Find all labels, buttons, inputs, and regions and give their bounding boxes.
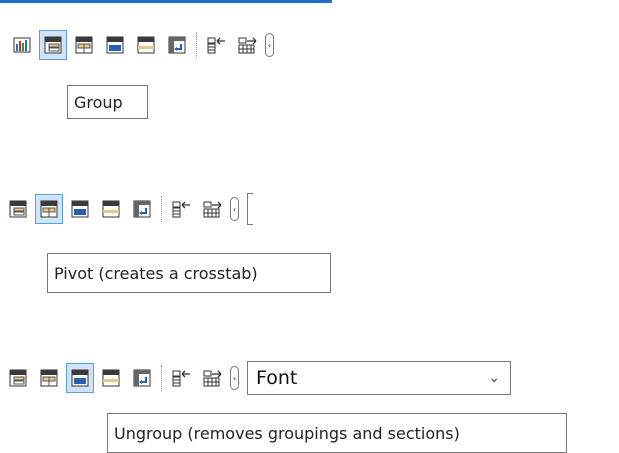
tooltip-text: Pivot (creates a crosstab) — [54, 263, 258, 283]
move-right-icon — [203, 369, 223, 387]
toolbar-row-3: ‹ Font ⌄ — [4, 361, 511, 395]
swap-button[interactable] — [163, 30, 191, 60]
group-button[interactable] — [39, 30, 67, 60]
move-right-button[interactable] — [234, 30, 262, 60]
chart-icon — [13, 37, 31, 53]
pivot-icon — [75, 36, 93, 54]
move-right-icon — [203, 200, 223, 218]
toolbar-separator — [161, 196, 163, 222]
chevron-down-icon[interactable]: ⌄ — [488, 370, 500, 386]
section-icon — [137, 36, 155, 54]
section-button[interactable] — [97, 194, 125, 224]
ungroup-button[interactable] — [101, 30, 129, 60]
move-left-button[interactable] — [168, 363, 196, 393]
font-select-partial[interactable] — [247, 193, 253, 225]
pivot-button[interactable] — [35, 194, 63, 224]
tooltip-pivot: Pivot (creates a crosstab) — [47, 253, 331, 293]
window-top-border — [0, 0, 332, 3]
move-left-icon — [172, 369, 192, 387]
swap-icon — [168, 36, 186, 54]
pivot-button[interactable] — [70, 30, 98, 60]
tooltip-text: Group — [74, 92, 123, 112]
swap-icon — [133, 200, 151, 218]
scroll-icon[interactable]: ‹ — [265, 33, 274, 57]
toolbar-separator — [196, 32, 198, 58]
pivot-icon — [40, 200, 58, 218]
move-left-button[interactable] — [203, 30, 231, 60]
font-select[interactable]: Font ⌄ — [247, 361, 511, 395]
ungroup-icon — [71, 200, 89, 218]
tooltip-ungroup: Ungroup (removes groupings and sections) — [107, 413, 567, 453]
section-button[interactable] — [97, 363, 125, 393]
toolbar-separator — [161, 365, 163, 391]
move-left-icon — [207, 36, 227, 54]
ungroup-button[interactable] — [66, 363, 94, 393]
section-icon — [102, 200, 120, 218]
section-button[interactable] — [132, 30, 160, 60]
ungroup-icon — [71, 369, 89, 387]
group-icon — [44, 36, 62, 54]
scroll-icon[interactable]: ‹ — [230, 366, 239, 390]
move-left-button[interactable] — [168, 194, 196, 224]
tooltip-group: Group — [67, 85, 148, 119]
group-icon — [9, 200, 27, 218]
toolbar-row-2: ‹ — [4, 193, 253, 225]
ungroup-button[interactable] — [66, 194, 94, 224]
font-select-value: Font — [256, 367, 298, 389]
move-right-button[interactable] — [199, 194, 227, 224]
move-left-icon — [172, 200, 192, 218]
scroll-icon[interactable]: ‹ — [230, 197, 239, 221]
move-right-icon — [238, 36, 258, 54]
pivot-icon — [40, 369, 58, 387]
swap-button[interactable] — [128, 363, 156, 393]
tooltip-text: Ungroup (removes groupings and sections) — [114, 423, 460, 443]
group-button[interactable] — [4, 363, 32, 393]
swap-button[interactable] — [128, 194, 156, 224]
move-right-button[interactable] — [199, 363, 227, 393]
chart-button[interactable] — [8, 30, 36, 60]
pivot-button[interactable] — [35, 363, 63, 393]
section-icon — [102, 369, 120, 387]
toolbar-row-1: ‹ — [8, 30, 274, 60]
swap-icon — [133, 369, 151, 387]
group-button[interactable] — [4, 194, 32, 224]
ungroup-icon — [106, 36, 124, 54]
group-icon — [9, 369, 27, 387]
